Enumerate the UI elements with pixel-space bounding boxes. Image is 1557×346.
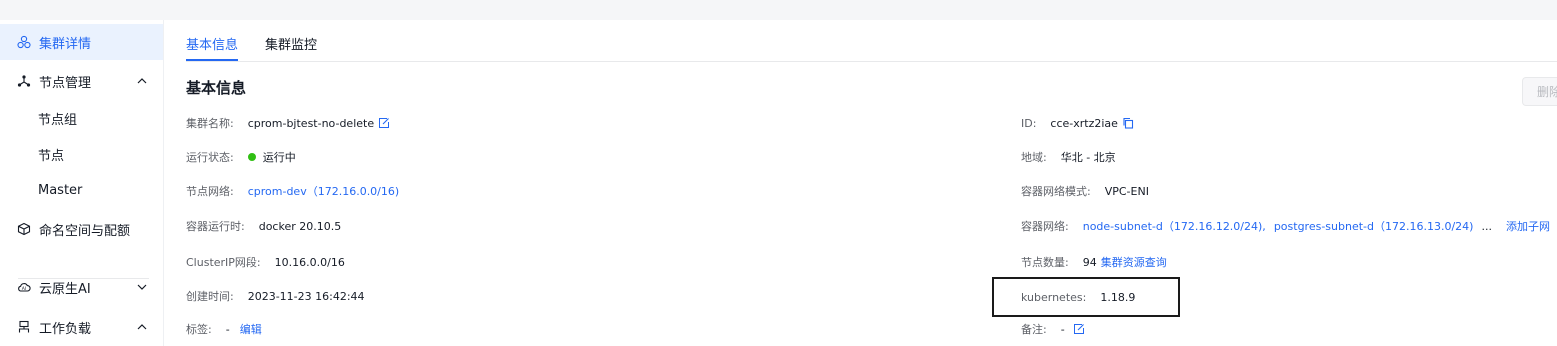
- field-label: 节点网络:: [186, 185, 234, 198]
- edit-tags-link[interactable]: 编辑: [240, 321, 262, 337]
- top-bar: [0, 0, 1557, 20]
- field-label: 容器运行时:: [186, 220, 245, 233]
- status-value: 运行中: [262, 151, 296, 164]
- remark-value: -: [1060, 322, 1065, 336]
- field-created-time: 创建时间: 2023-11-23 16:42:44: [186, 287, 365, 305]
- field-label: 创建时间:: [186, 290, 234, 303]
- field-node-count: 节点数量: 94 集群资源查询: [1021, 253, 1167, 271]
- chevron-up-icon: [137, 324, 147, 330]
- tab-active-indicator: [186, 59, 238, 61]
- field-label: 运行状态:: [186, 151, 234, 164]
- cluster-icon: [17, 35, 31, 49]
- field-label: 集群名称:: [186, 117, 234, 130]
- node-network-link[interactable]: cprom-dev（172.16.0.0/16): [248, 183, 399, 199]
- field-label: 节点数量:: [1021, 256, 1069, 269]
- delete-button[interactable]: 删除: [1522, 77, 1557, 106]
- section-title: 基本信息: [186, 79, 247, 97]
- node-tree-icon: [17, 74, 31, 88]
- chevron-up-icon: [137, 78, 147, 84]
- field-status: 运行状态: 运行中: [186, 148, 296, 166]
- field-node-network: 节点网络: cprom-dev（172.16.0.0/16): [186, 182, 399, 200]
- field-remark: 备注: -: [1021, 320, 1085, 338]
- status-dot: [247, 153, 256, 161]
- sidebar-subitem-node-group[interactable]: 节点组: [38, 103, 77, 133]
- cloud-ai-icon: AI: [17, 280, 31, 294]
- subnet-more: ...: [1481, 219, 1492, 233]
- add-subnet-link[interactable]: 添加子网: [1506, 218, 1550, 234]
- cluster-resource-query-link[interactable]: 集群资源查询: [1101, 254, 1167, 270]
- field-container-network: 容器网络: node-subnet-d（172.16.12.0/24), pos…: [1021, 217, 1550, 235]
- runtime-value: docker 20.10.5: [258, 219, 342, 233]
- created-time-value: 2023-11-23 16:42:44: [247, 289, 365, 303]
- cluster-name-value: cprom-bjtest-no-delete: [247, 116, 375, 130]
- field-label: 容器网络模式:: [1021, 185, 1091, 198]
- field-network-mode: 容器网络模式: VPC-ENI: [1021, 182, 1149, 200]
- field-label: 备注:: [1021, 323, 1047, 336]
- sidebar-item-label: 节点管理: [39, 75, 92, 91]
- tags-value: -: [225, 322, 230, 336]
- subnet-link-node[interactable]: node-subnet-d（172.16.12.0/24),: [1083, 218, 1266, 234]
- sidebar-item-workload[interactable]: 工作负载: [0, 309, 163, 345]
- main-content: 基本信息 集群监控 基本信息 删除 集群名称: cprom-bjtest-no-…: [164, 20, 1557, 346]
- sidebar-item-label: 集群详情: [39, 36, 92, 52]
- edit-icon[interactable]: [378, 117, 390, 129]
- sidebar-item-cluster-detail[interactable]: 集群详情: [0, 24, 163, 60]
- sidebar-item-cloud-native-ai[interactable]: AI 云原生AI: [0, 269, 163, 305]
- sidebar-item-node-management[interactable]: 节点管理: [0, 63, 163, 99]
- field-runtime: 容器运行时: docker 20.10.5: [186, 217, 341, 235]
- field-id: ID: cce-xrtz2iae: [1021, 114, 1134, 132]
- field-region: 地域: 华北 - 北京: [1021, 148, 1116, 166]
- highlight-box: [992, 277, 1180, 317]
- sidebar-subitem-node[interactable]: 节点: [38, 139, 64, 169]
- sidebar: 集群详情 节点管理 节点组 节点 Master 命名空间与配额 AI 云原生AI…: [0, 20, 164, 346]
- cube-icon: [17, 222, 31, 236]
- clusterip-value: 10.16.0.0/16: [274, 255, 345, 269]
- node-count-value: 94: [1082, 255, 1097, 269]
- sidebar-item-namespace-quota[interactable]: 命名空间与配额: [0, 211, 163, 247]
- field-clusterip: ClusterIP网段: 10.16.0.0/16: [186, 253, 345, 271]
- tab-bar: 基本信息 集群监控: [186, 20, 1557, 62]
- field-label: ClusterIP网段:: [186, 256, 261, 269]
- field-tags: 标签: - 编辑: [186, 320, 262, 338]
- field-cluster-name: 集群名称: cprom-bjtest-no-delete: [186, 114, 390, 132]
- field-label: ID:: [1021, 116, 1037, 130]
- sidebar-item-label: 云原生AI: [39, 281, 91, 297]
- network-mode-value: VPC-ENI: [1104, 184, 1149, 198]
- region-value: 华北 - 北京: [1060, 151, 1116, 164]
- tab-basic-info[interactable]: 基本信息: [186, 34, 238, 53]
- copy-icon[interactable]: [1122, 117, 1134, 129]
- edit-icon[interactable]: [1073, 323, 1085, 335]
- svg-text:AI: AI: [22, 286, 26, 292]
- sidebar-item-label: 命名空间与配额: [39, 223, 131, 239]
- field-label: 容器网络:: [1021, 220, 1069, 233]
- field-label: 标签:: [186, 323, 212, 336]
- id-value: cce-xrtz2iae: [1050, 116, 1118, 130]
- sidebar-item-label: 工作负载: [39, 321, 92, 337]
- workload-icon: [17, 320, 31, 334]
- subnet-link-postgres[interactable]: postgres-subnet-d（172.16.13.0/24): [1274, 218, 1474, 234]
- tab-cluster-monitor[interactable]: 集群监控: [265, 34, 317, 53]
- chevron-down-icon: [137, 284, 147, 290]
- field-label: 地域:: [1021, 151, 1047, 164]
- sidebar-subitem-master[interactable]: Master: [38, 175, 82, 205]
